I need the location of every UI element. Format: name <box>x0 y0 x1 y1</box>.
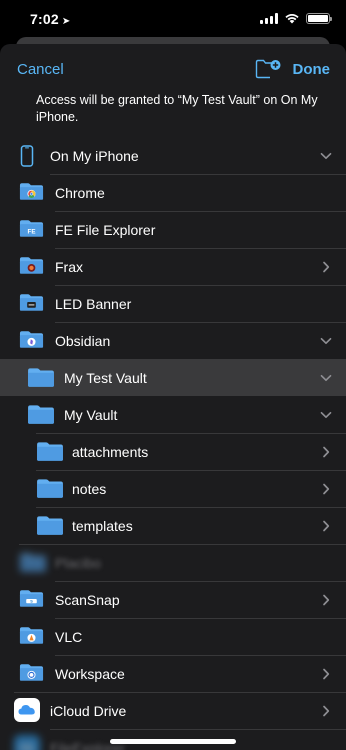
folder-icon <box>36 440 64 467</box>
obsidian-folder-icon <box>19 329 44 354</box>
chevron-right-icon[interactable] <box>320 483 332 495</box>
location-row[interactable]: My Test Vault <box>0 359 346 396</box>
folder-icon <box>19 551 47 578</box>
location-label: My Test Vault <box>64 370 147 386</box>
location-label: attachments <box>72 444 149 460</box>
location-label: VLC <box>55 629 83 645</box>
location-row[interactable]: Obsidian <box>0 322 346 359</box>
battery-icon <box>306 12 332 24</box>
chevron-right-icon[interactable] <box>320 446 332 458</box>
location-label: FE File Explorer <box>55 222 156 238</box>
location-row[interactable]: Placibo <box>0 544 346 581</box>
location-row[interactable]: notes <box>0 470 346 507</box>
svg-text:FE: FE <box>20 743 34 750</box>
chevron-right-icon[interactable] <box>320 594 332 606</box>
status-bar: 7:02 ➤ <box>0 0 346 38</box>
chevron-down-icon[interactable] <box>320 372 332 384</box>
location-label: Obsidian <box>55 333 111 349</box>
location-row[interactable]: LED Banner <box>0 285 346 322</box>
done-button[interactable]: Done <box>293 61 331 78</box>
chevron-right-icon[interactable] <box>320 261 332 273</box>
folder-icon <box>36 477 64 504</box>
folder-icon <box>27 403 55 430</box>
location-row[interactable]: FE FE File Explorer <box>0 211 346 248</box>
location-list: On My iPhone Chrome FE FE File Explorer Frax… <box>0 137 346 750</box>
fe-folder-icon: FE <box>19 218 44 243</box>
location-row[interactable]: attachments <box>0 433 346 470</box>
chevron-down-icon[interactable] <box>320 409 332 421</box>
location-row[interactable]: iCloud Drive <box>0 692 346 729</box>
chevron-right-icon[interactable] <box>320 705 332 717</box>
location-row[interactable]: My Vault <box>0 396 346 433</box>
access-message: Access will be granted to “My Test Vault… <box>36 93 318 124</box>
scansnap-folder-icon: S <box>19 588 44 613</box>
nav-bar: Cancel Done <box>0 44 346 94</box>
workspace-folder-icon <box>19 662 44 687</box>
location-row[interactable]: Frax <box>0 248 346 285</box>
location-label: Placibo <box>55 555 101 571</box>
fileexplorer-app-icon: FE <box>14 735 40 750</box>
new-folder-icon[interactable] <box>255 59 281 79</box>
location-label: iCloud Drive <box>50 703 127 719</box>
icloud-drive-icon <box>14 698 40 727</box>
chrome-folder-icon <box>19 181 44 206</box>
location-label: notes <box>72 481 107 497</box>
chevron-right-icon[interactable] <box>320 668 332 680</box>
vlc-folder-icon <box>19 625 44 650</box>
chevron-right-icon[interactable] <box>320 520 332 532</box>
frax-folder-icon <box>19 255 44 280</box>
cancel-button[interactable]: Cancel <box>17 61 64 78</box>
location-label: Workspace <box>55 666 125 682</box>
cellular-signal-icon <box>260 12 278 24</box>
location-row[interactable]: Chrome <box>0 174 346 211</box>
location-label: ScanSnap <box>55 592 120 608</box>
location-row[interactable]: S ScanSnap <box>0 581 346 618</box>
iphone-icon <box>18 145 36 172</box>
location-label: LED Banner <box>55 296 132 312</box>
home-indicator <box>110 739 236 744</box>
location-row[interactable]: templates <box>0 507 346 544</box>
svg-text:S: S <box>30 600 33 604</box>
led-banner-folder-icon <box>19 292 44 317</box>
location-label: templates <box>72 518 133 534</box>
location-picker-sheet: Cancel Done Access will be granted to “M… <box>0 44 346 750</box>
location-label: My Vault <box>64 407 118 423</box>
status-time: 7:02 ➤ <box>30 11 71 27</box>
chevron-down-icon[interactable] <box>320 335 332 347</box>
location-label: Chrome <box>55 185 105 201</box>
folder-icon <box>36 514 64 541</box>
location-label: Frax <box>55 259 83 275</box>
location-row[interactable]: VLC <box>0 618 346 655</box>
location-row[interactable]: Workspace <box>0 655 346 692</box>
wifi-icon <box>284 12 300 24</box>
location-row[interactable]: On My iPhone <box>0 137 346 174</box>
location-label: On My iPhone <box>50 148 139 164</box>
chevron-down-icon[interactable] <box>320 150 332 162</box>
location-icon: ➤ <box>61 16 71 27</box>
status-icons <box>260 12 332 24</box>
svg-text:FE: FE <box>28 228 36 235</box>
folder-icon <box>27 366 55 393</box>
